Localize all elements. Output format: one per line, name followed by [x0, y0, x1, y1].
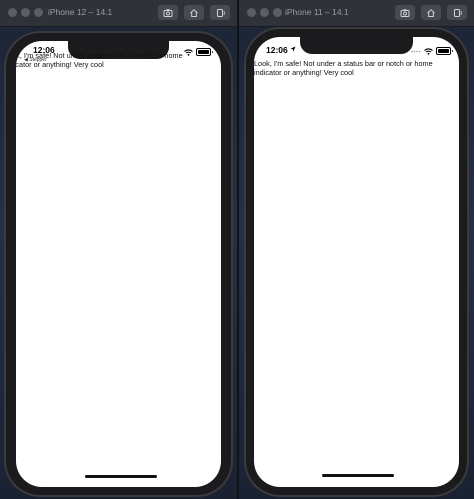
home-button[interactable]	[184, 5, 204, 20]
cellular-signal-icon	[411, 50, 421, 52]
status-bar-icons	[411, 47, 453, 55]
iphone-11-screen: 12:06 Look, I'm safe! Not under a status…	[254, 37, 459, 487]
zoom-window-button[interactable]	[273, 8, 282, 17]
minimize-window-button[interactable]	[260, 8, 269, 17]
window-title: iPhone 11 – 14.1	[285, 7, 349, 17]
iphone-12-device-frame: 12:06 ◀ Stepper Look, I'm safe! Not unde…	[4, 31, 233, 497]
simulator-window-iphone-12: iPhone 12 – 14.1 12:06 ◀ Stepper Look, I…	[0, 0, 237, 499]
battery-icon	[436, 47, 453, 55]
rotate-button[interactable]	[210, 5, 230, 20]
window-title: iPhone 12 – 14.1	[48, 7, 113, 17]
iphone-12-screen: 12:06 ◀ Stepper Look, I'm safe! Not unde…	[16, 41, 221, 487]
screenshot-icon	[400, 8, 410, 17]
rotate-icon	[217, 8, 225, 17]
title-bar: iPhone 12 – 14.1	[0, 0, 237, 27]
safe-area-text: Look, I'm safe! Not under a status bar o…	[254, 59, 433, 77]
close-window-button[interactable]	[247, 8, 256, 17]
screenshot-icon	[163, 8, 173, 17]
screenshot-button[interactable]	[395, 5, 415, 20]
simulator-window-iphone-11: iPhone 11 – 14.1 12:06 Look, I'm safe! N…	[239, 0, 474, 499]
home-indicator[interactable]	[322, 474, 394, 477]
iphone-11-device-frame: 12:06 Look, I'm safe! Not under a status…	[244, 27, 469, 497]
rotate-icon	[454, 8, 462, 17]
location-arrow-icon	[290, 46, 296, 52]
rotate-button[interactable]	[447, 5, 467, 20]
safe-area-text: Look, I'm safe! Not under a status bar o…	[16, 51, 183, 69]
minimize-window-button[interactable]	[21, 8, 30, 17]
home-icon	[190, 8, 198, 17]
title-bar: iPhone 11 – 14.1	[239, 0, 474, 27]
home-indicator[interactable]	[85, 475, 157, 478]
screenshot-button[interactable]	[158, 5, 178, 20]
close-window-button[interactable]	[8, 8, 17, 17]
status-bar-time: 12:06	[266, 45, 288, 55]
notch	[300, 37, 413, 54]
home-button[interactable]	[421, 5, 441, 20]
zoom-window-button[interactable]	[34, 8, 43, 17]
wifi-icon	[424, 47, 433, 55]
home-icon	[427, 8, 435, 17]
